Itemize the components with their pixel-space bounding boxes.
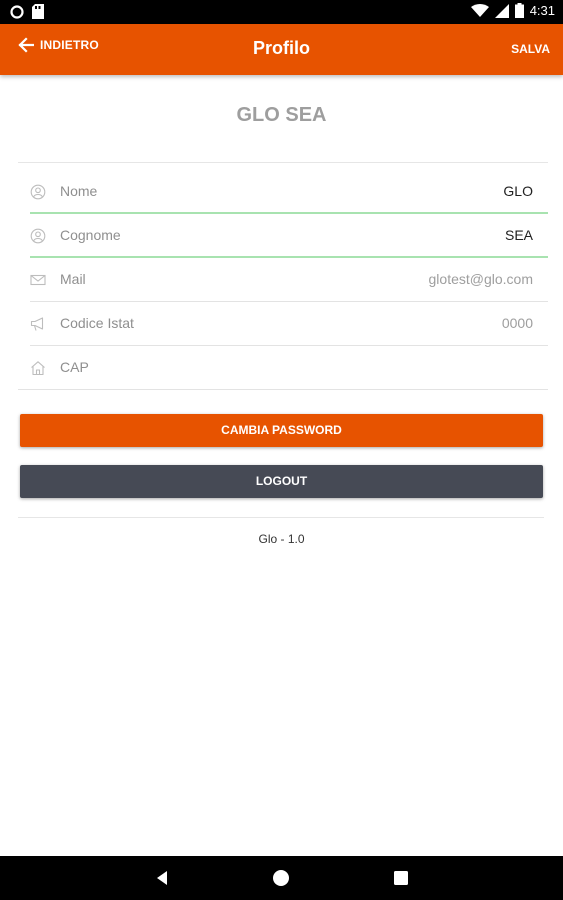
field-value[interactable]: glotest@glo.com — [429, 271, 533, 287]
status-bar: 4:31 — [0, 0, 563, 24]
clock: 4:31 — [529, 3, 555, 18]
field-value[interactable]: 0000 — [502, 315, 533, 331]
row-separator — [18, 389, 548, 390]
field-label: Cognome — [60, 227, 121, 243]
sd-card-icon — [32, 4, 44, 19]
app-toolbar: INDIETRO Profilo SALVA — [0, 24, 563, 75]
system-nav-bar — [0, 856, 563, 900]
logout-button[interactable]: LOGOUT — [20, 465, 543, 498]
divider — [18, 162, 548, 163]
nav-back-icon[interactable] — [152, 868, 172, 888]
nav-home-icon[interactable] — [271, 868, 291, 888]
notification-dot-icon — [10, 4, 24, 19]
home-icon — [31, 361, 45, 376]
page-title: Profilo — [253, 38, 310, 58]
divider — [18, 517, 544, 518]
field-label: Mail — [60, 271, 86, 287]
name-field[interactable]: Nome GLO — [18, 170, 548, 214]
istat-code-field[interactable]: Codice Istat 0000 — [18, 302, 548, 346]
user-icon — [30, 184, 46, 200]
postal-code-field[interactable]: CAP — [18, 346, 548, 390]
app-version: Glo - 1.0 — [258, 532, 305, 546]
field-label: Codice Istat — [60, 315, 134, 331]
megaphone-icon — [30, 317, 44, 331]
profile-display-name: GLO SEA — [236, 104, 327, 126]
wifi-icon — [470, 3, 489, 17]
change-password-button[interactable]: CAMBIA PASSWORD — [20, 414, 543, 447]
signal-icon — [494, 3, 509, 18]
battery-icon — [514, 3, 524, 18]
email-field[interactable]: Mail glotest@glo.com — [18, 258, 548, 302]
field-label: CAP — [60, 359, 89, 375]
field-value[interactable]: GLO — [503, 183, 533, 199]
field-label: Nome — [60, 183, 98, 199]
nav-recents-icon[interactable] — [391, 868, 411, 888]
user-icon — [30, 228, 46, 244]
mail-icon — [30, 274, 46, 286]
save-button[interactable]: SALVA — [511, 42, 550, 56]
field-value[interactable]: SEA — [505, 227, 533, 243]
surname-field[interactable]: Cognome SEA — [18, 214, 548, 258]
